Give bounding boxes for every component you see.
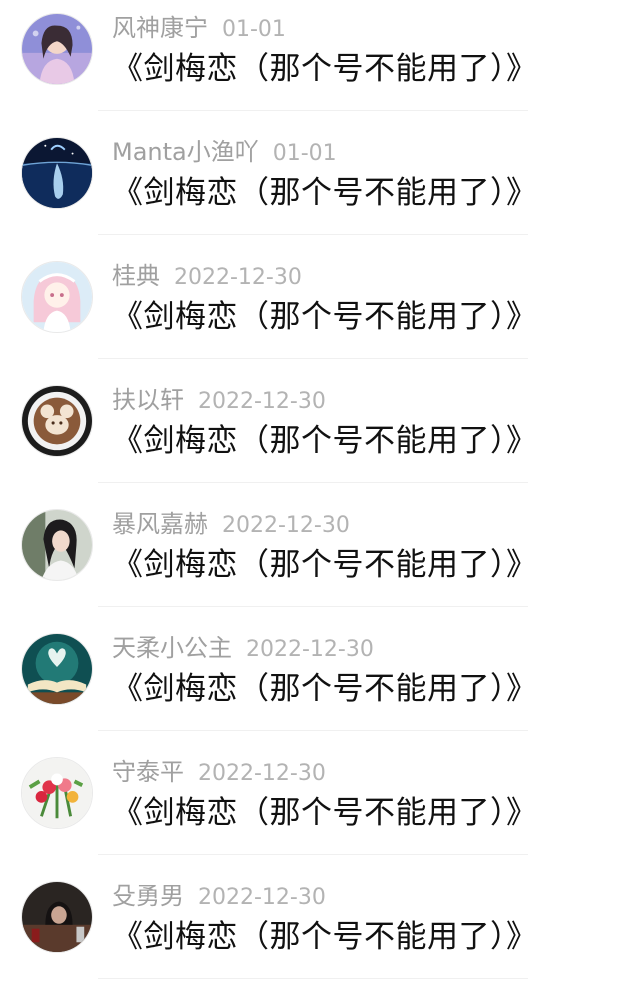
comment-meta: 天柔小公主 2022-12-30 bbox=[112, 631, 374, 665]
divider bbox=[98, 730, 528, 731]
comment-text: 《剑梅恋（那个号不能用了）》 bbox=[112, 299, 538, 335]
avatar-latte-art-icon bbox=[22, 386, 92, 456]
comment-meta: 风神康宁 01-01 bbox=[112, 11, 286, 45]
username[interactable]: 守泰平 bbox=[112, 758, 184, 786]
avatar-flowers-icon bbox=[22, 758, 92, 828]
comment-text: 《剑梅恋（那个号不能用了）》 bbox=[112, 423, 538, 459]
avatar[interactable] bbox=[21, 261, 93, 333]
comment-date: 01-01 bbox=[272, 141, 337, 166]
divider bbox=[98, 110, 528, 111]
comment-item[interactable]: 桂典 2022-12-30 《剑梅恋（那个号不能用了）》 bbox=[0, 248, 640, 372]
avatar-whale-night-icon bbox=[22, 138, 92, 208]
comment-text: 《剑梅恋（那个号不能用了）》 bbox=[112, 671, 538, 707]
comment-text: 《剑梅恋（那个号不能用了）》 bbox=[112, 51, 538, 87]
avatar-anime-girl-pink-icon bbox=[22, 262, 92, 332]
avatar[interactable] bbox=[21, 509, 93, 581]
comment-date: 2022-12-30 bbox=[222, 513, 350, 538]
comment-meta: 暴风嘉赫 2022-12-30 bbox=[112, 507, 350, 541]
avatar[interactable] bbox=[21, 137, 93, 209]
avatar[interactable] bbox=[21, 385, 93, 457]
comment-meta: 守泰平 2022-12-30 bbox=[112, 755, 326, 789]
comment-date: 01-01 bbox=[222, 17, 286, 42]
divider bbox=[98, 482, 528, 483]
comment-date: 2022-12-30 bbox=[198, 389, 326, 414]
comment-item[interactable]: 暴风嘉赫 2022-12-30 《剑梅恋（那个号不能用了）》 bbox=[0, 496, 640, 620]
comment-date: 2022-12-30 bbox=[198, 761, 326, 786]
username[interactable]: 殳勇男 bbox=[112, 882, 184, 910]
comment-item[interactable]: 扶以轩 2022-12-30 《剑梅恋（那个号不能用了）》 bbox=[0, 372, 640, 496]
comment-date: 2022-12-30 bbox=[174, 265, 302, 290]
avatar-girl-photo-icon bbox=[22, 510, 92, 580]
comment-text: 《剑梅恋（那个号不能用了）》 bbox=[112, 919, 538, 955]
comment-item[interactable]: Manta小渔吖 01-01 《剑梅恋（那个号不能用了）》 bbox=[0, 124, 640, 248]
avatar-girl-lavender-icon bbox=[22, 14, 92, 84]
username[interactable]: 扶以轩 bbox=[112, 386, 184, 414]
comment-item[interactable]: 殳勇男 2022-12-30 《剑梅恋（那个号不能用了）》 bbox=[0, 868, 640, 992]
comment-text: 《剑梅恋（那个号不能用了）》 bbox=[112, 547, 538, 583]
avatar[interactable] bbox=[21, 881, 93, 953]
divider bbox=[98, 854, 528, 855]
comment-text: 《剑梅恋（那个号不能用了）》 bbox=[112, 175, 538, 211]
divider bbox=[98, 606, 528, 607]
divider bbox=[98, 358, 528, 359]
username[interactable]: 桂典 bbox=[112, 262, 160, 290]
avatar-dark-photo-icon bbox=[22, 882, 92, 952]
username[interactable]: 风神康宁 bbox=[112, 14, 208, 42]
comment-list: 风神康宁 01-01 《剑梅恋（那个号不能用了）》 Manta小渔吖 01-01 《… bbox=[0, 0, 640, 1000]
avatar[interactable] bbox=[21, 633, 93, 705]
comment-item[interactable]: 风神康宁 01-01 《剑梅恋（那个号不能用了）》 bbox=[0, 0, 640, 124]
comment-meta: 殳勇男 2022-12-30 bbox=[112, 879, 326, 913]
avatar-book-heart-icon bbox=[22, 634, 92, 704]
divider bbox=[98, 978, 528, 979]
comment-meta: 桂典 2022-12-30 bbox=[112, 259, 302, 293]
comment-item[interactable]: 守泰平 2022-12-30 《剑梅恋（那个号不能用了）》 bbox=[0, 744, 640, 868]
username[interactable]: 天柔小公主 bbox=[112, 634, 232, 662]
comment-date: 2022-12-30 bbox=[246, 637, 374, 662]
username[interactable]: 暴风嘉赫 bbox=[112, 510, 208, 538]
comment-text: 《剑梅恋（那个号不能用了）》 bbox=[112, 795, 538, 831]
comment-meta: 扶以轩 2022-12-30 bbox=[112, 383, 326, 417]
username[interactable]: Manta小渔吖 bbox=[112, 138, 259, 166]
avatar[interactable] bbox=[21, 757, 93, 829]
comment-meta: Manta小渔吖 01-01 bbox=[112, 135, 337, 169]
comment-item[interactable]: 天柔小公主 2022-12-30 《剑梅恋（那个号不能用了）》 bbox=[0, 620, 640, 744]
avatar[interactable] bbox=[21, 13, 93, 85]
comment-date: 2022-12-30 bbox=[198, 885, 326, 910]
divider bbox=[98, 234, 528, 235]
